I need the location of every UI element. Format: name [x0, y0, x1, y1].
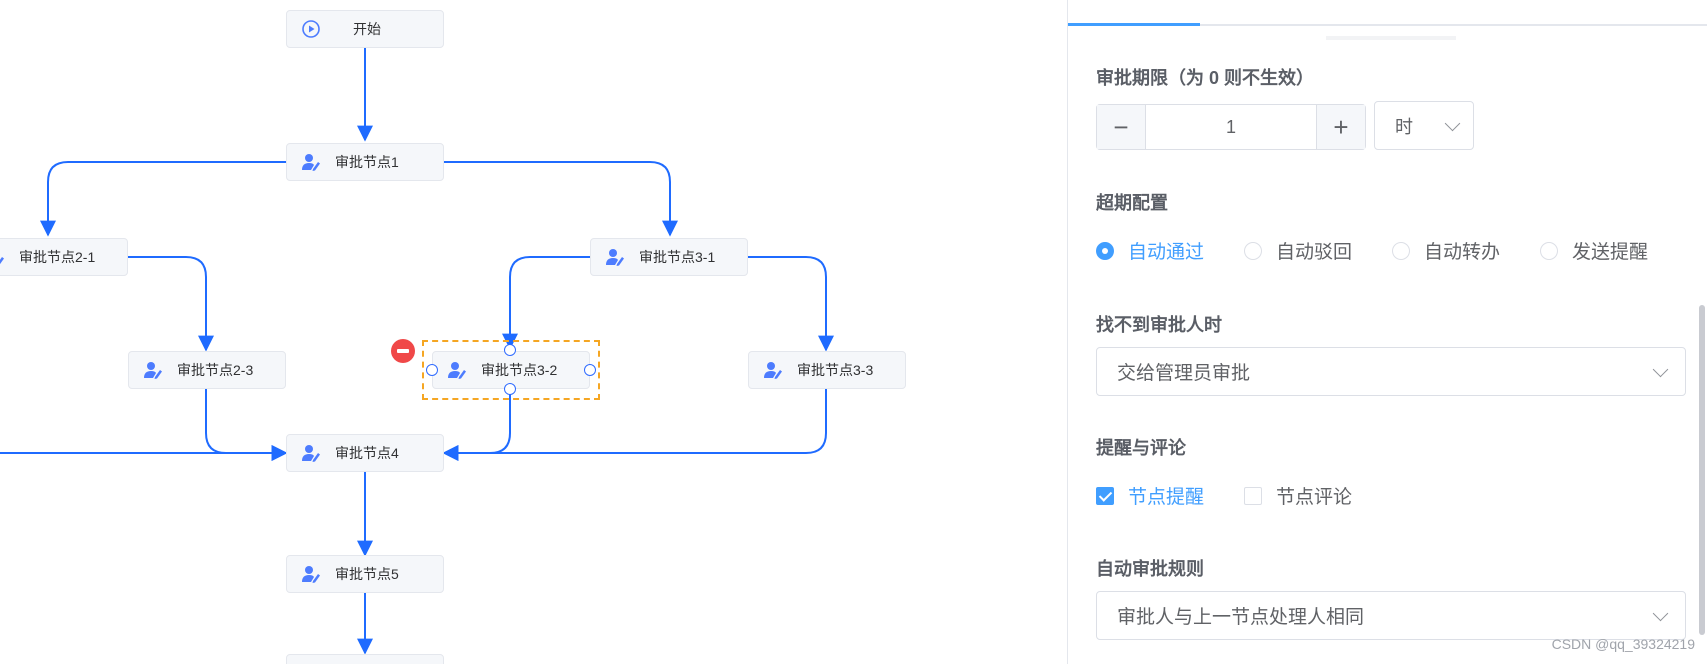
- flow-node-label: 审批节点1: [335, 154, 399, 170]
- flow-node-label: 审批节点3-1: [639, 249, 716, 265]
- deadline-stepper[interactable]: − 1 +: [1096, 104, 1366, 150]
- deadline-title: 审批期限（为 0 则不生效）: [1096, 68, 1315, 88]
- flow-node-label: 审批节点5: [335, 566, 399, 582]
- edge-n1-n31: [444, 161, 678, 237]
- play-icon: [302, 20, 320, 38]
- approver-icon: [0, 257, 4, 265]
- auto-rule-select[interactable]: 审批人与上一节点处理人相同: [1096, 591, 1686, 640]
- flow-canvas[interactable]: 开始 审批节点1 审批节点2-1 审批节点3-1 审批节点2-3 审批节点3-2…: [0, 0, 1067, 664]
- overdue-title: 超期配置: [1096, 193, 1168, 213]
- approver-icon: [144, 362, 162, 379]
- delete-node-button[interactable]: [391, 339, 415, 363]
- edge-n1-n21: [40, 161, 286, 237]
- anchor-right[interactable]: [584, 364, 596, 376]
- flow-node-label: 审批节点3-2: [481, 362, 558, 378]
- checkbox-label: 节点评论: [1276, 487, 1353, 508]
- minus-icon: [397, 349, 409, 353]
- flow-node-n31[interactable]: 审批节点3-1: [590, 238, 748, 276]
- flow-node-label: 开始: [353, 21, 381, 37]
- flow-node-label: 审批节点3-3: [797, 362, 874, 378]
- flow-node-n1[interactable]: 审批节点1: [286, 143, 444, 181]
- anchor-left[interactable]: [426, 364, 438, 376]
- deadline-unit-select[interactable]: 时: [1374, 101, 1474, 150]
- flow-node-label: 审批节点2-1: [19, 249, 96, 265]
- checkbox-icon: [1244, 486, 1262, 505]
- flow-edges: [0, 48, 834, 655]
- approver-icon: [606, 249, 624, 266]
- increase-button[interactable]: +: [1316, 105, 1365, 149]
- flow-node-n5[interactable]: 审批节点5: [286, 555, 444, 593]
- auto-rule-value: 审批人与上一节点处理人相同: [1117, 607, 1365, 628]
- radio-auto-transfer[interactable]: 自动转办: [1392, 237, 1500, 264]
- properties-panel: 审批期限（为 0 则不生效） − 1 + 时 超期配置 自动通过 自动驳回 自动…: [1067, 0, 1707, 664]
- radio-label: 自动转办: [1424, 242, 1501, 263]
- scrollbar[interactable]: [1697, 0, 1707, 664]
- deadline-value[interactable]: 1: [1146, 105, 1316, 149]
- checkbox-node-remind[interactable]: 节点提醒: [1096, 482, 1204, 509]
- edge-n23-n4: [205, 388, 288, 461]
- auto-rule-title: 自动审批规则: [1096, 559, 1204, 579]
- approver-icon: [302, 154, 320, 171]
- chevron-down-icon: [1652, 605, 1669, 622]
- flow-node-n33[interactable]: 审批节点3-3: [748, 351, 906, 389]
- approver-icon: [448, 362, 466, 379]
- flow-node-next[interactable]: [286, 654, 444, 664]
- chevron-down-icon: [1444, 115, 1461, 132]
- anchor-top[interactable]: [504, 344, 516, 356]
- radio-auto-reject[interactable]: 自动驳回: [1244, 237, 1352, 264]
- radio-label: 自动驳回: [1276, 242, 1353, 263]
- radio-label: 自动通过: [1128, 242, 1205, 263]
- anchor-bottom[interactable]: [504, 383, 516, 395]
- deadline-unit-value: 时: [1395, 116, 1413, 137]
- tab-active-indicator[interactable]: [1068, 23, 1200, 26]
- tab-ghost: [1326, 36, 1456, 40]
- radio-icon: [1244, 241, 1262, 260]
- decrease-button[interactable]: −: [1097, 105, 1146, 149]
- chevron-down-icon: [1652, 361, 1669, 378]
- edge-n31-n32: [502, 256, 590, 350]
- no-approver-select[interactable]: 交给管理员审批: [1096, 347, 1686, 396]
- edge-n31-n33: [748, 256, 834, 352]
- flow-node-n4[interactable]: 审批节点4: [286, 434, 444, 472]
- flow-node-n23[interactable]: 审批节点2-3: [128, 351, 286, 389]
- no-approver-title: 找不到审批人时: [1096, 315, 1222, 335]
- checkbox-icon: [1096, 486, 1114, 505]
- flow-node-label: 审批节点2-3: [177, 362, 254, 378]
- flow-node-label: 审批节点4: [335, 445, 399, 461]
- remind-title: 提醒与评论: [1096, 438, 1186, 458]
- scrollbar-thumb[interactable]: [1699, 305, 1705, 635]
- flow-node-n21[interactable]: 审批节点2-1: [0, 238, 128, 276]
- edge-n21-n23: [128, 256, 214, 352]
- checkbox-label: 节点提醒: [1128, 487, 1205, 508]
- radio-icon: [1540, 241, 1558, 260]
- radio-label: 发送提醒: [1572, 242, 1649, 263]
- radio-icon: [1096, 241, 1114, 260]
- approver-icon: [302, 445, 320, 462]
- radio-send-remind[interactable]: 发送提醒: [1540, 237, 1648, 264]
- checkbox-node-comment[interactable]: 节点评论: [1244, 482, 1352, 509]
- radio-auto-pass[interactable]: 自动通过: [1096, 237, 1204, 264]
- approver-icon: [764, 362, 782, 379]
- no-approver-value: 交给管理员审批: [1117, 363, 1251, 384]
- approver-icon: [302, 566, 320, 583]
- radio-icon: [1392, 241, 1410, 260]
- flow-node-start[interactable]: 开始: [286, 10, 444, 48]
- watermark: CSDN @qq_39324219: [1551, 636, 1695, 652]
